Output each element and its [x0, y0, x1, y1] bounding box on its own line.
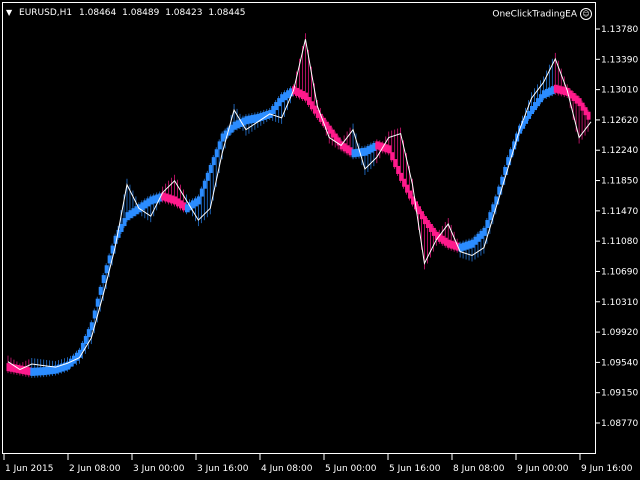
price-label: 1.13780	[601, 25, 638, 35]
price-label: 1.09540	[601, 358, 638, 368]
indicator-block	[89, 322, 94, 331]
indicator-block	[205, 172, 210, 181]
indicator-block	[199, 188, 204, 197]
indicator-block	[586, 111, 591, 120]
chart-window[interactable]: 1.13780 1.13390 1.13010 1.12620 1.12240 1.118…	[0, 0, 640, 480]
time-label: 4 Jun 08:00	[261, 464, 313, 474]
indicator-block	[95, 298, 100, 307]
indicator-block	[92, 310, 97, 319]
indicator-block	[202, 180, 207, 189]
indicator-block	[482, 227, 487, 236]
indicator-block	[98, 286, 103, 295]
price-label: 1.12240	[601, 146, 638, 156]
time-label: 9 Jun 16:00	[581, 464, 633, 474]
time-label: 3 Jun 16:00	[197, 464, 249, 474]
price-label: 1.11470	[601, 207, 638, 217]
price-label: 1.13390	[601, 55, 638, 65]
time-label: 8 Jun 08:00	[453, 464, 505, 474]
time-label: 9 Jun 00:00	[517, 464, 569, 474]
time-axis: 1 Jun 2015 2 Jun 08:00 3 Jun 00:00 3 Jun 16…	[3, 454, 633, 474]
time-label: 5 Jun 16:00	[389, 464, 441, 474]
time-label: 3 Jun 00:00	[133, 464, 185, 474]
indicator-block	[211, 157, 216, 166]
price-label: 1.10690	[601, 267, 638, 277]
price-label: 1.12620	[601, 116, 638, 126]
price-label: 1.09920	[601, 328, 638, 338]
indicator-block	[214, 149, 219, 158]
indicator-block	[390, 152, 395, 161]
indicator-block	[393, 159, 398, 168]
chart-svg: 1.13780 1.13390 1.13010 1.12620 1.12240 1.118…	[3, 25, 638, 474]
price-label: 1.09150	[601, 389, 638, 399]
price-label: 1.11080	[601, 237, 638, 247]
indicator-block	[196, 196, 201, 205]
chart-menu-arrow-icon[interactable]: ▼	[6, 8, 12, 17]
indicator-block	[396, 165, 401, 174]
indicator-block	[485, 220, 490, 229]
indicator-block	[208, 164, 213, 173]
price-axis: 1.13780 1.13390 1.13010 1.12620 1.12240 1.118…	[596, 25, 638, 429]
price-label: 1.08770	[601, 419, 638, 429]
close-price: 1.08445	[208, 8, 246, 18]
indicator-block	[101, 275, 106, 284]
indicator-block	[104, 265, 109, 274]
indicator-block	[83, 336, 88, 345]
symbol-timeframe: EURUSD,H1	[19, 8, 73, 18]
time-label: 2 Jun 08:00	[69, 464, 121, 474]
price-label: 1.13010	[601, 86, 638, 96]
indicator-block	[387, 145, 392, 154]
price-label: 1.10310	[601, 298, 638, 308]
time-label: 1 Jun 2015	[5, 464, 53, 474]
ea-name: OneClickTradingEA	[492, 9, 577, 20]
indicator-block	[217, 141, 222, 150]
price-label: 1.11850	[601, 177, 638, 187]
high-price: 1.08489	[122, 8, 160, 18]
indicator-block	[86, 329, 91, 338]
indicator-block	[488, 212, 493, 221]
low-price: 1.08423	[165, 8, 203, 18]
time-label: 5 Jun 00:00	[325, 464, 377, 474]
smiley-icon: ☺	[580, 8, 592, 20]
expert-advisor-label[interactable]: OneClickTradingEA ☺	[492, 8, 592, 21]
chart-header: ▼ EURUSD,H1 1.08464 1.08489 1.08423 1.08…	[6, 6, 249, 20]
open-price: 1.08464	[79, 8, 117, 18]
